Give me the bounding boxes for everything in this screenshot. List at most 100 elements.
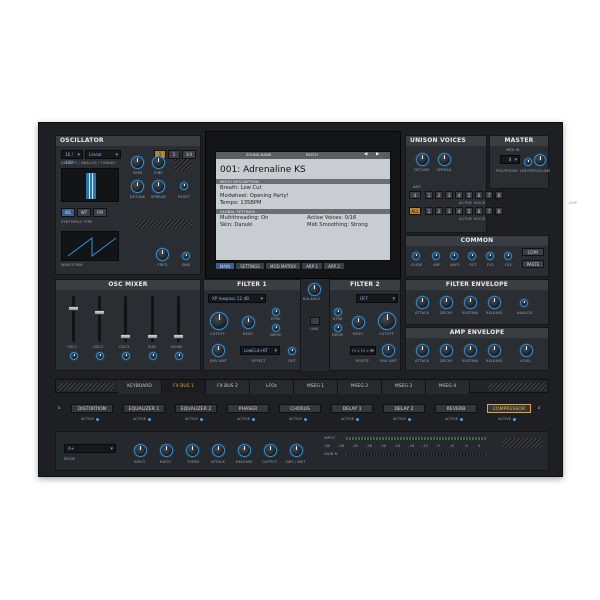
- synth-type-wt[interactable]: WT: [77, 208, 91, 217]
- filter-env-sustain-knob[interactable]: [464, 296, 477, 309]
- filter1-drive-knob[interactable]: [272, 324, 280, 332]
- voice-row2-4[interactable]: 4: [455, 207, 463, 215]
- voice-8[interactable]: 8: [495, 191, 503, 199]
- osc2-fader[interactable]: [94, 296, 105, 342]
- limiter-knob[interactable]: [524, 158, 532, 166]
- synth-type-fm[interactable]: FM: [93, 208, 107, 217]
- fx-eq2-active[interactable]: ACTIVE: [185, 417, 203, 421]
- filter-env-attack-knob[interactable]: [416, 296, 429, 309]
- comp-attack-knob[interactable]: [212, 444, 225, 457]
- filter-out-knob[interactable]: [288, 347, 296, 355]
- sub-pan-knob[interactable]: [149, 352, 157, 360]
- fx-phaser[interactable]: PHASER: [227, 404, 269, 413]
- unison-spread-knob[interactable]: [438, 153, 451, 166]
- all-voices-button[interactable]: ALL: [409, 207, 421, 215]
- synth-type-wl[interactable]: WL: [61, 208, 75, 217]
- tab-settings[interactable]: SETTINGS: [235, 262, 265, 270]
- fx-distortion-active[interactable]: ACTIVE: [81, 417, 99, 421]
- fx-delay-2[interactable]: DELAY 2: [383, 404, 425, 413]
- fx-equalizer-2[interactable]: EQUALIZER 2: [175, 404, 217, 413]
- tab-arp-2[interactable]: ARP 2: [323, 262, 345, 270]
- fx-chorus[interactable]: CHORUS: [279, 404, 321, 413]
- voice-count[interactable]: 4: [409, 191, 421, 199]
- comp-output-knob[interactable]: [264, 444, 277, 457]
- filter2-cutoff-knob[interactable]: [378, 312, 396, 330]
- copy-button[interactable]: COPY: [522, 248, 544, 256]
- amp-decay-knob[interactable]: [440, 344, 453, 357]
- filter-route-display[interactable]: F1 > F2 > F3: [350, 346, 376, 355]
- osc-button-2[interactable]: 2: [168, 150, 180, 159]
- tab-mseg-1[interactable]: MSEG 1: [294, 380, 338, 394]
- arp2-knob[interactable]: [450, 252, 458, 260]
- fx-eq1-active[interactable]: ACTIVE: [133, 417, 151, 421]
- osc3-fader[interactable]: [120, 296, 131, 342]
- tab-lfos[interactable]: LFOs: [250, 380, 294, 394]
- filter2-ktrk-knob[interactable]: [334, 308, 342, 316]
- comp-release-knob[interactable]: [238, 444, 251, 457]
- glide-knob[interactable]: [412, 252, 420, 260]
- voice-row2-5[interactable]: 5: [465, 207, 473, 215]
- next-patch-icon[interactable]: ▶: [376, 152, 380, 157]
- comp-ratio-knob[interactable]: [160, 444, 173, 457]
- comp-thres-knob[interactable]: [186, 444, 199, 457]
- tab-fx-bus-1[interactable]: FX BUS 1: [162, 380, 206, 394]
- voice-4[interactable]: 4: [455, 191, 463, 199]
- arp-knob[interactable]: [432, 252, 440, 260]
- fx-compressor[interactable]: COMPRESSOR: [487, 404, 531, 413]
- wave-index-display[interactable]: 16 / 100: [61, 150, 83, 165]
- polyphony-select[interactable]: 4: [500, 155, 520, 164]
- detune-knob[interactable]: [131, 180, 144, 193]
- voice-7[interactable]: 7: [485, 191, 493, 199]
- volume-knob[interactable]: [534, 154, 546, 166]
- filter1-cutoff-knob[interactable]: [210, 312, 228, 330]
- filter-env-release-knob[interactable]: [488, 296, 501, 309]
- fx1-knob[interactable]: [486, 252, 494, 260]
- voice-2[interactable]: 2: [435, 191, 443, 199]
- link-button[interactable]: [310, 317, 320, 325]
- tab-arp-1[interactable]: ARP 1: [301, 262, 323, 270]
- osc2-pan-knob[interactable]: [96, 352, 104, 360]
- wave-select[interactable]: Linear: [85, 150, 121, 159]
- analog-knob[interactable]: [520, 299, 528, 307]
- sine-knob[interactable]: [182, 252, 190, 260]
- spread-knob[interactable]: [152, 180, 165, 193]
- voice-5[interactable]: 5: [465, 191, 473, 199]
- filter1-ktrk-knob[interactable]: [272, 308, 280, 316]
- fx-delay2-active[interactable]: ACTIVE: [393, 417, 411, 421]
- comp-dry-wet-knob[interactable]: [290, 444, 303, 457]
- filter2-env-amt-knob[interactable]: [382, 344, 395, 357]
- fx-phaser-active[interactable]: ACTIVE: [237, 417, 255, 421]
- patch-tab[interactable]: PATCH: [306, 153, 318, 157]
- fx-delay-1[interactable]: DELAY 1: [331, 404, 373, 413]
- fx-reverb-active[interactable]: ACTIVE: [445, 417, 463, 421]
- filter1-env-amt-knob[interactable]: [212, 344, 225, 357]
- sound-bank-tab[interactable]: SOUND BANK: [246, 153, 271, 157]
- comp-input-knob[interactable]: [134, 444, 147, 457]
- amp-release-knob[interactable]: [488, 344, 501, 357]
- filter1-type-select[interactable]: XP lowpass 12 dB: [208, 294, 266, 303]
- freq-knob[interactable]: [156, 248, 169, 261]
- osc-button-3-4[interactable]: 3/4: [182, 150, 196, 159]
- tab-mseg-4[interactable]: MSEG 4: [426, 380, 470, 394]
- osc3-pan-knob[interactable]: [122, 352, 130, 360]
- voice-row2-3[interactable]: 3: [445, 207, 453, 215]
- osc1-fader[interactable]: [68, 296, 79, 342]
- filter1-reso-knob[interactable]: [242, 316, 255, 329]
- sub-fader[interactable]: [147, 296, 158, 342]
- oct-knob[interactable]: [468, 252, 476, 260]
- fx-compressor-active[interactable]: ACTIVE: [498, 417, 516, 421]
- tab-mseg-3[interactable]: MSEG 3: [382, 380, 426, 394]
- paste-button[interactable]: PASTE: [522, 260, 544, 268]
- filter2-type-select[interactable]: OFF: [356, 294, 398, 303]
- noise-fader[interactable]: [173, 296, 184, 342]
- semi-knob[interactable]: [131, 156, 144, 169]
- noise-pan-knob[interactable]: [175, 352, 183, 360]
- filter2-reso-knob[interactable]: [352, 316, 365, 329]
- tab-keyboard[interactable]: KEYBOARD: [118, 380, 162, 394]
- compressor-mode-select[interactable]: A+: [64, 444, 116, 453]
- prev-patch-icon[interactable]: ◀: [364, 152, 368, 157]
- voice-3[interactable]: 3: [445, 191, 453, 199]
- voice-row2-1[interactable]: 1: [425, 207, 433, 215]
- tab-fx-bus-2[interactable]: FX BUS 2: [206, 380, 250, 394]
- amp-attack-knob[interactable]: [416, 344, 429, 357]
